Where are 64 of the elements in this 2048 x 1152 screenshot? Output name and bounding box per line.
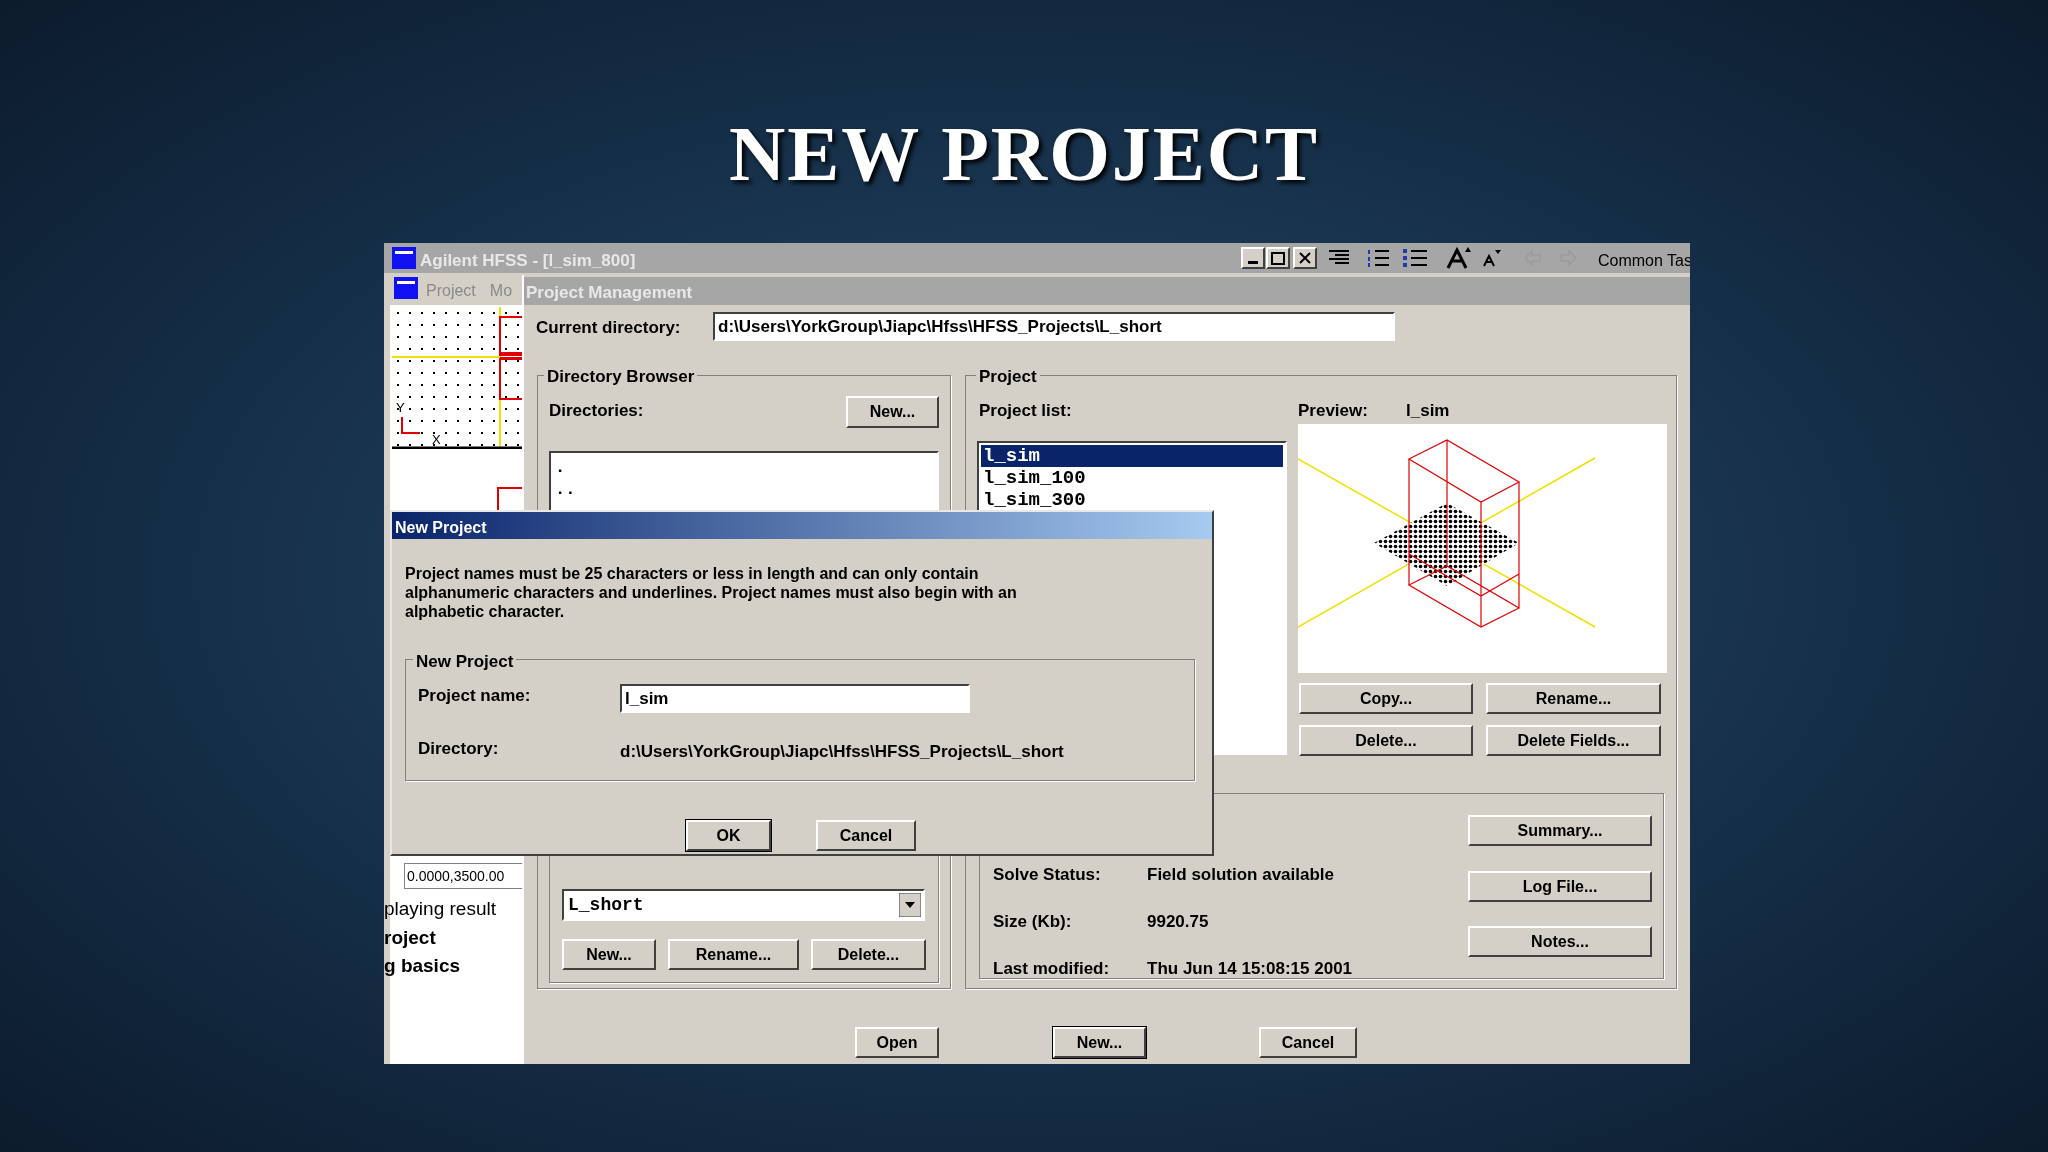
app-logo-icon (394, 277, 418, 299)
list-row[interactable]: l_sim_100 (981, 467, 1283, 489)
window-title: Agilent HFSS - [l_sim_800] (420, 250, 636, 272)
layout-canvas (497, 487, 522, 512)
info-label: Size (Kb): (993, 911, 1072, 933)
status-field: 0.0000,3500.00 (404, 863, 524, 889)
align-right-icon[interactable] (1327, 249, 1351, 267)
bullet-list-icon[interactable] (1402, 248, 1428, 268)
dialog-title: New Project (395, 518, 487, 538)
preview-name: l_sim (1406, 400, 1450, 422)
info-label: Solve Status: (993, 864, 1101, 886)
minimize-button[interactable] (1241, 247, 1265, 269)
directory-text: d:\Users\YorkGroup\Jiapc\Hfss\HFSS_Projects\L_short (620, 741, 1064, 763)
drive-dropdown[interactable]: L_short (562, 889, 925, 921)
dropdown-arrow-icon[interactable] (899, 893, 921, 917)
delete-button[interactable]: Delete... (811, 939, 926, 970)
font-shrink-icon[interactable] (1482, 248, 1502, 268)
ok-button[interactable]: OK (686, 820, 771, 851)
project-name-field[interactable]: l_sim (620, 684, 970, 713)
preview-label: Preview: (1298, 400, 1368, 422)
dialog-title: Project Management (526, 282, 693, 304)
delete-button[interactable]: Delete... (1299, 725, 1473, 756)
info-value: 9920.75 (1147, 911, 1209, 933)
field-label: Directory: (418, 738, 499, 760)
summary-button[interactable]: Summary... (1468, 815, 1652, 846)
list-item[interactable]: g basics (384, 952, 496, 981)
copy-button[interactable]: Copy... (1299, 683, 1473, 714)
list-label: Directories: (549, 400, 644, 422)
list-item[interactable]: roject (384, 923, 496, 952)
new-button[interactable]: New... (1053, 1027, 1146, 1058)
info-value: Thu Jun 14 15:08:15 2001 (1147, 958, 1353, 980)
maximize-button[interactable] (1266, 247, 1290, 269)
notes-button[interactable]: Notes... (1468, 926, 1652, 957)
list-row[interactable]: l_sim (981, 445, 1283, 467)
delete-fields-button[interactable]: Delete Fields... (1486, 725, 1661, 756)
info-label: Last modified: (993, 958, 1110, 980)
rename-button[interactable]: Rename... (1486, 683, 1661, 714)
info-value: Field solution available (1147, 864, 1335, 886)
open-button[interactable]: Open (855, 1027, 939, 1058)
directory-item[interactable]: . (555, 457, 566, 479)
instructions-text: Project names must be 25 characters or less in length and can only contain alphanumeric characters and underlines. Project names must also begin with an alphabetic character. (405, 564, 1018, 621)
font-grow-icon[interactable] (1446, 246, 1472, 270)
axis-label: X (432, 433, 441, 446)
app-logo-icon (392, 247, 416, 269)
field-label: Current directory: (536, 317, 681, 339)
new-directory-button[interactable]: New... (846, 396, 939, 428)
maximize-icon (1271, 251, 1285, 265)
list-row[interactable]: l_sim_300 (981, 489, 1283, 511)
minimize-icon (1248, 261, 1258, 264)
numbered-list-icon[interactable] (1366, 248, 1390, 268)
field-label: Project name: (418, 685, 531, 707)
list-label: Project list: (979, 400, 1072, 422)
cancel-button[interactable]: Cancel (816, 820, 916, 851)
close-icon (1299, 252, 1311, 264)
new-button[interactable]: New... (562, 939, 656, 970)
slide-title: NEW PROJECT (729, 115, 1319, 193)
close-button[interactable] (1293, 247, 1317, 269)
list-item[interactable]: playing result (384, 895, 496, 924)
directory-field[interactable]: d:\Users\YorkGroup\Jiapc\Hfss\HFSS_Projects\L_short (713, 312, 1395, 341)
directory-item[interactable]: .. (555, 479, 576, 501)
log-file-button[interactable]: Log File... (1468, 871, 1652, 902)
axis-label: Y (396, 401, 405, 414)
cancel-button[interactable]: Cancel (1259, 1027, 1357, 1058)
rename-button[interactable]: Rename... (668, 939, 799, 970)
